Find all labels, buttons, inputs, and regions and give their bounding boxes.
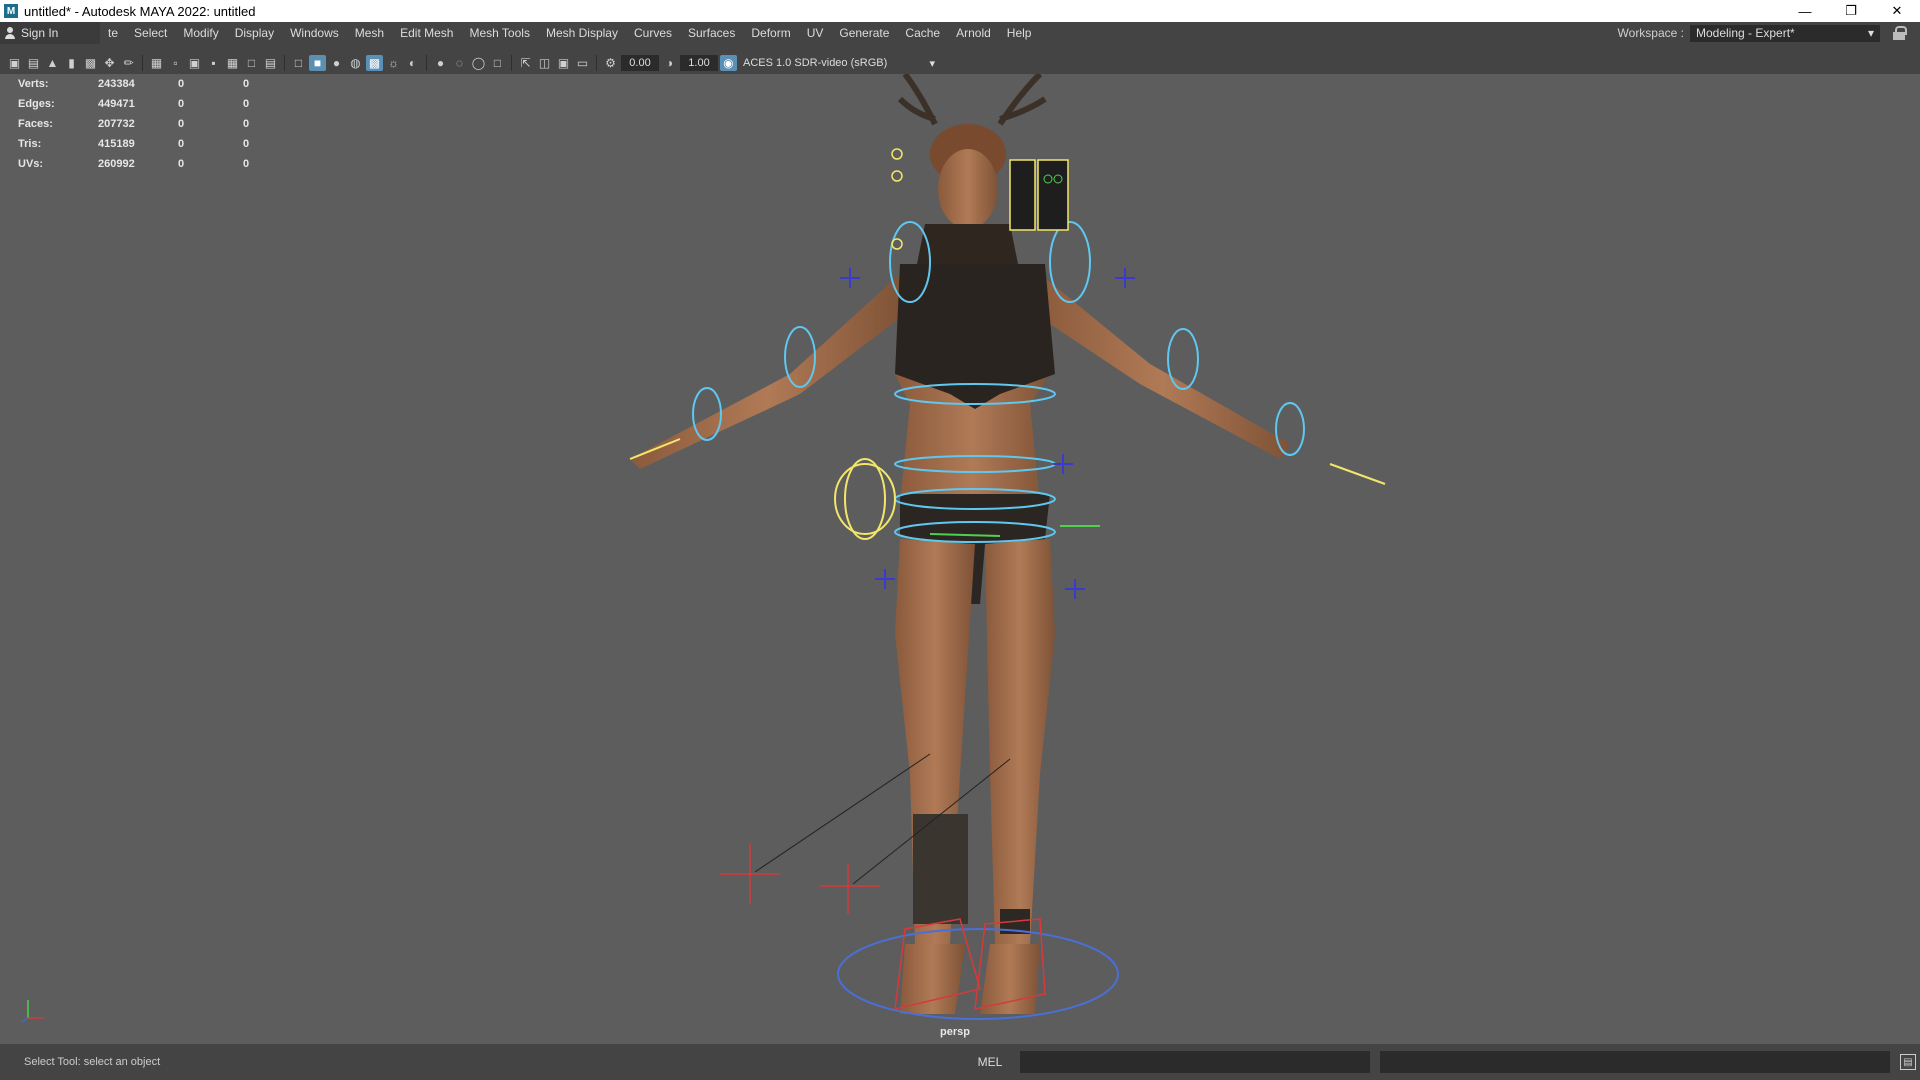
menu-mesh-tools[interactable]: Mesh Tools xyxy=(461,22,537,44)
menu-edit-mesh[interactable]: Edit Mesh xyxy=(392,22,461,44)
view-transform-dropdown[interactable]: ACES 1.0 SDR-video (sRGB) ▾ xyxy=(739,55,939,71)
motion-blur-icon[interactable]: ◌ xyxy=(451,55,468,71)
window-title: untitled* - Autodesk MAYA 2022: untitled xyxy=(24,3,256,19)
script-editor-icon[interactable]: ▤ xyxy=(1900,1054,1916,1070)
field-chart-icon[interactable]: ▦ xyxy=(224,55,241,71)
shadows-icon[interactable]: ◐ xyxy=(404,55,421,71)
xray-icon[interactable]: ◫ xyxy=(536,55,553,71)
camera-select-icon[interactable]: ▣ xyxy=(6,55,23,71)
view-axis-icon xyxy=(21,1000,44,1023)
view-transform-value: ACES 1.0 SDR-video (sRGB) xyxy=(743,57,888,69)
minimize-button[interactable]: — xyxy=(1782,0,1828,22)
grid-icon[interactable]: ▦ xyxy=(148,55,165,71)
exposure-field[interactable]: 0.00 xyxy=(621,55,659,71)
lights-icon[interactable]: ☼ xyxy=(385,55,402,71)
gamma-icon[interactable]: ◑ xyxy=(661,55,678,71)
bookmark-icon[interactable]: ▲ xyxy=(44,55,61,71)
wireframe-on-shaded-icon[interactable]: ◍ xyxy=(347,55,364,71)
wireframe-icon[interactable]: □ xyxy=(290,55,307,71)
help-line: Select Tool: select an object xyxy=(24,1056,161,1068)
bookmark2-icon[interactable]: ▮ xyxy=(63,55,80,71)
workspace-selector: Workspace : Modeling - Expert* ▾ xyxy=(1617,22,1907,44)
menu-generate[interactable]: Generate xyxy=(831,22,897,44)
menu-items: te Select Modify Display Windows Mesh Edit Mes… xyxy=(100,22,1039,44)
depth-of-field-icon[interactable]: □ xyxy=(489,55,506,71)
isolate-select-icon[interactable]: ⇱ xyxy=(517,55,534,71)
gate-mask-icon[interactable]: ▪ xyxy=(205,55,222,71)
menu-display[interactable]: Display xyxy=(227,22,282,44)
anti-aliasing-icon[interactable]: ◯ xyxy=(470,55,487,71)
menu-uv[interactable]: UV xyxy=(799,22,832,44)
textured-icon[interactable]: ▩ xyxy=(366,55,383,71)
exposure-icon[interactable]: ⚙ xyxy=(602,55,619,71)
maya-logo-icon: M xyxy=(4,4,18,18)
sign-in-label: Sign In xyxy=(21,26,59,40)
toolbar-divider xyxy=(511,55,512,71)
xray-joints-icon[interactable]: ▭ xyxy=(574,55,591,71)
user-icon xyxy=(4,27,16,39)
viewport-panel[interactable]: Verts: 243384 0 0 Edges: 449471 0 0 Faces: 207732… xyxy=(0,74,1920,1044)
workspace-dropdown[interactable]: Modeling - Expert* ▾ xyxy=(1690,24,1880,42)
script-language-toggle[interactable]: MEL xyxy=(960,1055,1020,1069)
menu-deform[interactable]: Deform xyxy=(743,22,798,44)
command-result-field xyxy=(1380,1051,1890,1073)
viewport-toolbar: ▣ ▤ ▲ ▮ ▩ ✥ ✏ ▦ ▫ ▣ ▪ ▦ □ ▤ □ ■ ● ◍ ▩ ☼ … xyxy=(0,52,980,74)
2d-pan-icon[interactable]: ✥ xyxy=(101,55,118,71)
color-management-icon[interactable]: ◉ xyxy=(720,55,737,71)
safe-action-icon[interactable]: □ xyxy=(243,55,260,71)
toolbar-divider xyxy=(426,55,427,71)
menu-mesh-display[interactable]: Mesh Display xyxy=(538,22,626,44)
chevron-down-icon: ▾ xyxy=(929,57,935,70)
ambient-occlusion-icon[interactable]: ● xyxy=(432,55,449,71)
character-scene xyxy=(629,74,1386,1020)
resolution-gate-icon[interactable]: ▣ xyxy=(186,55,203,71)
menu-curves[interactable]: Curves xyxy=(626,22,680,44)
title-bar: M untitled* - Autodesk MAYA 2022: untitl… xyxy=(0,0,1920,22)
menu-windows[interactable]: Windows xyxy=(282,22,347,44)
toolbar-divider xyxy=(142,55,143,71)
toolbar-divider xyxy=(284,55,285,71)
image-plane-icon[interactable]: ▩ xyxy=(82,55,99,71)
lock-icon[interactable] xyxy=(1892,26,1907,40)
command-line-input[interactable] xyxy=(1020,1051,1370,1073)
workspace-label: Workspace : xyxy=(1617,26,1684,40)
menu-surfaces[interactable]: Surfaces xyxy=(680,22,743,44)
workspace-value: Modeling - Expert* xyxy=(1696,26,1795,40)
safe-title-icon[interactable]: ▤ xyxy=(262,55,279,71)
restore-button[interactable]: ❐ xyxy=(1828,0,1874,22)
camera-name-label: persp xyxy=(940,1026,970,1038)
menu-modify[interactable]: Modify xyxy=(175,22,226,44)
xray-active-icon[interactable]: ▣ xyxy=(555,55,572,71)
character-body[interactable] xyxy=(630,74,1290,1014)
menu-mesh[interactable]: Mesh xyxy=(347,22,392,44)
menu-te[interactable]: te xyxy=(100,22,126,44)
toolbar-divider xyxy=(596,55,597,71)
grease-pencil-icon[interactable]: ✏ xyxy=(120,55,137,71)
menu-cache[interactable]: Cache xyxy=(897,22,948,44)
status-bar: Select Tool: select an object MEL ▤ xyxy=(0,1044,1920,1080)
chevron-down-icon: ▾ xyxy=(1867,26,1874,40)
smooth-shade-icon[interactable]: ■ xyxy=(309,55,326,71)
menu-arnold[interactable]: Arnold xyxy=(948,22,999,44)
sign-in-button[interactable]: Sign In xyxy=(0,22,100,44)
menu-select[interactable]: Select xyxy=(126,22,175,44)
menu-bar: Sign In te Select Modify Display Windows Mesh… xyxy=(0,22,1920,44)
camera-attr-icon[interactable]: ▤ xyxy=(25,55,42,71)
close-button[interactable]: ✕ xyxy=(1874,0,1920,22)
default-material-icon[interactable]: ● xyxy=(328,55,345,71)
gamma-field[interactable]: 1.00 xyxy=(680,55,718,71)
film-gate-icon[interactable]: ▫ xyxy=(167,55,184,71)
menu-help[interactable]: Help xyxy=(999,22,1040,44)
